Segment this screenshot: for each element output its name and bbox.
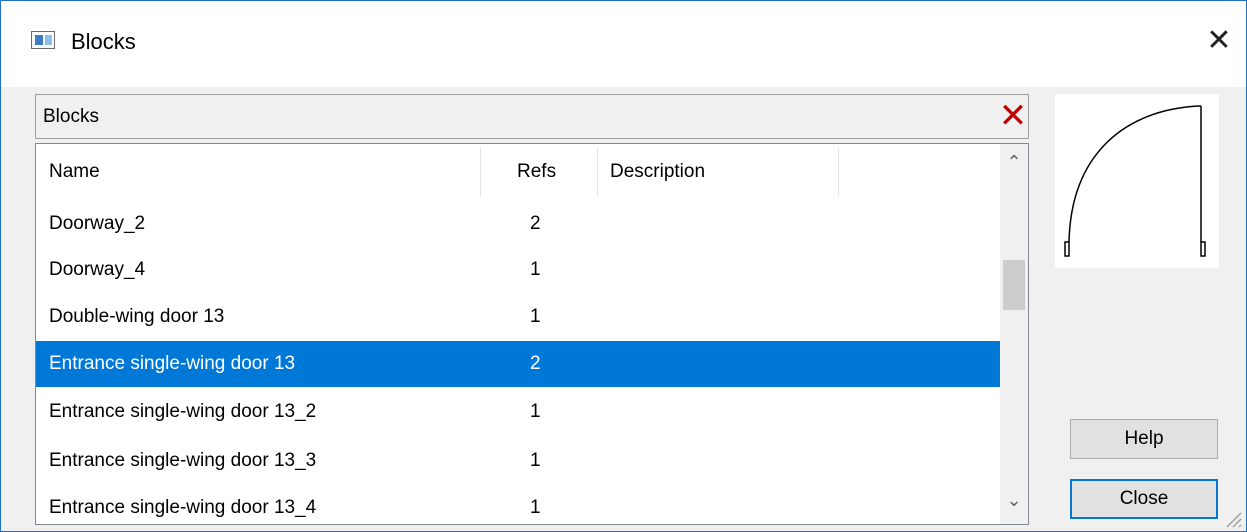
block-preview (1055, 94, 1219, 268)
column-header-refs[interactable]: Refs (517, 144, 556, 200)
row-name: Entrance single-wing door 13_2 (49, 401, 317, 422)
table-row[interactable]: Entrance single-wing door 13_4 1 (36, 485, 1000, 524)
row-refs: 2 (530, 213, 541, 234)
close-window-icon[interactable]: ✕ (1201, 23, 1237, 59)
column-divider[interactable] (597, 148, 598, 196)
row-name: Entrance single-wing door 13 (49, 353, 296, 374)
scroll-up-arrow-icon[interactable]: ⌃ (1000, 152, 1028, 176)
delete-x-icon[interactable]: ✕ (998, 98, 1028, 134)
row-refs: 1 (530, 497, 541, 518)
door-swing-arc (1068, 105, 1199, 243)
panel-title: Blocks (43, 106, 99, 127)
door-preview-drawing (1064, 105, 1206, 257)
row-refs: 1 (530, 306, 541, 327)
resize-grip-icon[interactable] (1223, 509, 1243, 529)
blocks-list[interactable]: Name Refs Description Doorway_2 2 Doorwa… (35, 143, 1029, 525)
app-icon (31, 31, 55, 49)
scroll-down-arrow-icon[interactable]: ⌄ (1000, 490, 1028, 514)
row-name: Entrance single-wing door 13_4 (49, 497, 317, 518)
row-refs: 1 (530, 450, 541, 471)
help-button[interactable]: Help (1070, 419, 1218, 459)
table-row[interactable]: Entrance single-wing door 13_2 1 (36, 389, 1000, 435)
door-jamb-right (1200, 241, 1206, 257)
table-row[interactable]: Doorway_4 1 (36, 247, 1000, 293)
row-name: Double-wing door 13 (49, 306, 225, 327)
row-refs: 2 (530, 353, 541, 374)
title-bar: Blocks ✕ (1, 1, 1246, 87)
vertical-scrollbar[interactable]: ⌃ ⌄ (1000, 144, 1028, 524)
column-divider[interactable] (480, 148, 481, 196)
blocks-panel-header: Blocks ✕ (35, 94, 1029, 139)
row-name: Doorway_4 (49, 259, 146, 280)
table-row[interactable]: Entrance single-wing door 13_3 1 (36, 438, 1000, 484)
row-name: Entrance single-wing door 13_3 (49, 450, 317, 471)
row-name: Doorway_2 (49, 213, 146, 234)
column-header-name[interactable]: Name (49, 144, 100, 200)
close-button[interactable]: Close (1070, 479, 1218, 519)
row-refs: 1 (530, 401, 541, 422)
row-refs: 1 (530, 259, 541, 280)
table-row[interactable]: Doorway_2 2 (36, 201, 1000, 247)
column-divider[interactable] (838, 148, 839, 196)
column-header-description[interactable]: Description (610, 144, 705, 200)
scroll-thumb[interactable] (1003, 260, 1025, 310)
door-jamb-left (1064, 241, 1070, 257)
blocks-dialog: Blocks ✕ Blocks ✕ Name Refs Description … (0, 0, 1247, 532)
table-row-selected[interactable]: Entrance single-wing door 13 2 (36, 341, 1000, 387)
window-title: Blocks (71, 29, 136, 54)
table-row[interactable]: Double-wing door 13 1 (36, 294, 1000, 340)
